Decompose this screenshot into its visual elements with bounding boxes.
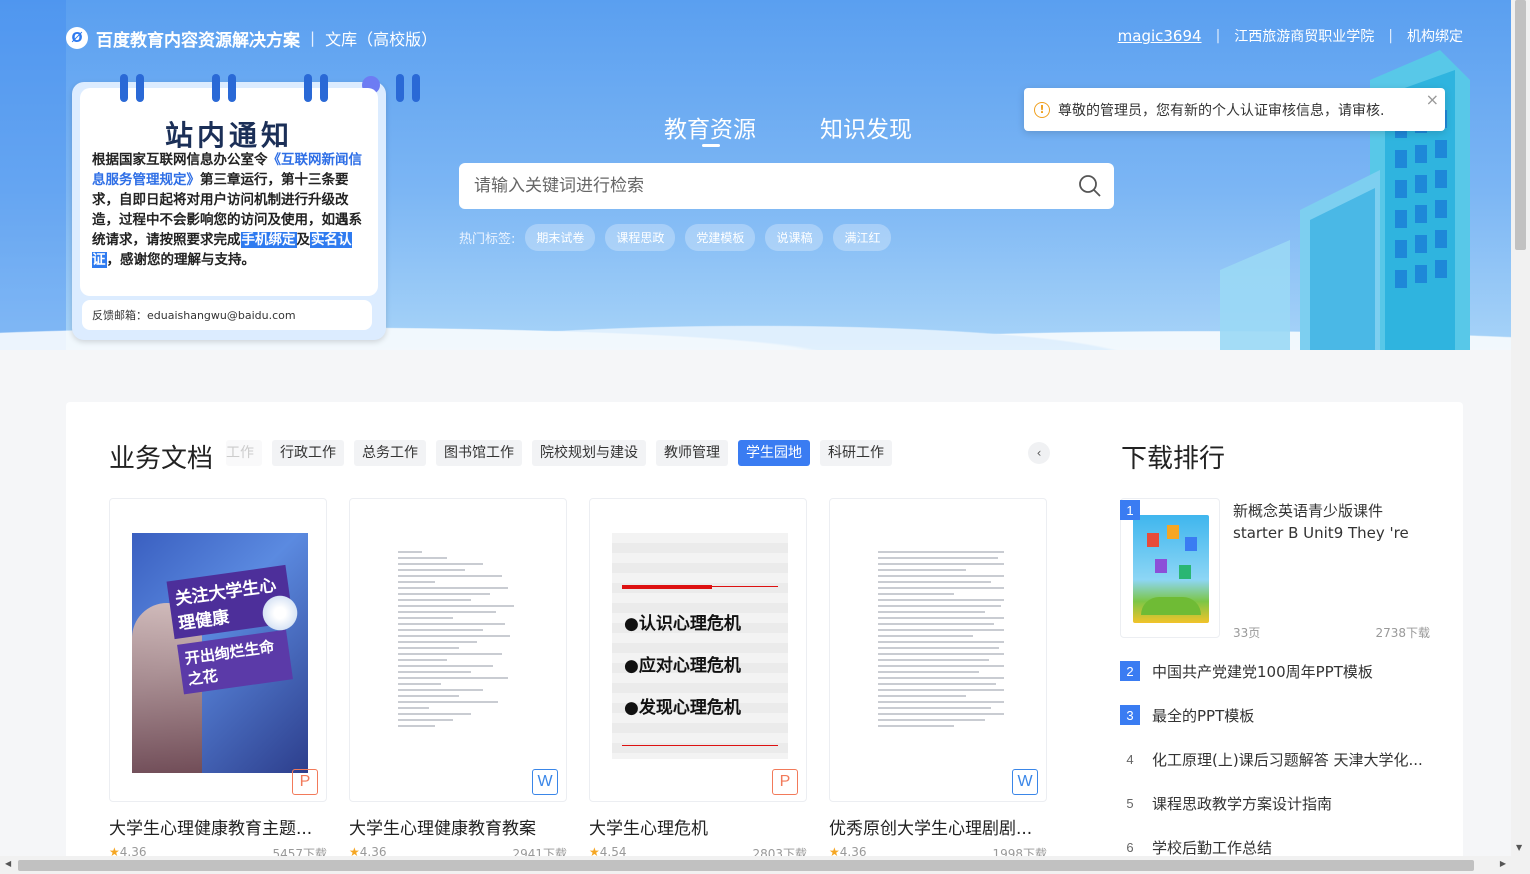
- ranking-item-title[interactable]: 课程思政教学方案设计指南: [1152, 793, 1332, 814]
- category-tab[interactable]: 教师管理: [656, 440, 728, 466]
- tab-knowledge-discovery[interactable]: 知识发现: [820, 110, 912, 144]
- doc-text-preview: [398, 551, 520, 731]
- doc-thumbnail[interactable]: ●认识心理危机 ●应对心理危机 ●发现心理危机 P: [589, 498, 807, 802]
- ppt-file-icon: P: [772, 769, 798, 795]
- buildings-illustration: [1220, 50, 1470, 350]
- brand-subtitle: 文库（高校版）: [325, 30, 438, 49]
- tab-education-resources[interactable]: 教育资源: [664, 110, 756, 147]
- ranking-item[interactable]: 6 学校后勤工作总结: [1120, 836, 1440, 858]
- rank-number: 5: [1126, 795, 1134, 811]
- doc-thumbnail[interactable]: 关注大学生心理健康 开出绚烂生命之花 P: [109, 498, 327, 802]
- school-name-link[interactable]: 江西旅游商贸职业学院: [1234, 26, 1374, 46]
- org-bind-link[interactable]: 机构绑定: [1407, 26, 1463, 46]
- ranking-top-title[interactable]: 新概念英语青少版课件starter B Unit9 They 're: [1233, 500, 1423, 544]
- admin-toast: ! 尊敬的管理员，您有新的个人认证审核信息，请审核. ×: [1024, 88, 1445, 131]
- rank-number: 1: [1120, 500, 1140, 520]
- scroll-down-arrow-icon[interactable]: ▼: [1516, 843, 1522, 852]
- doc-card[interactable]: ●认识心理危机 ●应对心理危机 ●发现心理危机 P 大学生心理危机 ★4.54 …: [589, 498, 807, 862]
- warning-icon: !: [1034, 101, 1050, 118]
- hot-tag[interactable]: 课程思政: [605, 224, 676, 251]
- user-bar: magic3694 | 江西旅游商贸职业学院 | 机构绑定: [1117, 26, 1463, 46]
- doc-thumbnail[interactable]: W: [349, 498, 567, 802]
- search-input[interactable]: [459, 163, 1066, 209]
- chevron-left-icon[interactable]: ‹: [1028, 442, 1050, 464]
- ranking-top-item[interactable]: 1 新概念英语青少版课件starter B Unit9 They 're 33页…: [1120, 498, 1430, 640]
- rank-number: 4: [1126, 751, 1134, 767]
- hero-banner: Ø 百度教育内容资源解决方案 | 文库（高校版） magic3694 | 江西旅…: [0, 0, 1511, 350]
- doc-card[interactable]: W 大学生心理健康教育教案 ★4.36 2941下载: [349, 498, 567, 862]
- horizontal-scrollbar[interactable]: ◀ ▶: [0, 856, 1511, 874]
- download-ranking-title: 下载排行: [1121, 444, 1226, 474]
- category-tabs: 工作 行政工作 总务工作 图书馆工作 院校规划与建设 教师管理 学生园地 科研工…: [226, 440, 1046, 466]
- word-file-icon: W: [532, 769, 558, 795]
- vertical-scrollbar[interactable]: ▼: [1511, 0, 1530, 874]
- category-tab[interactable]: 行政工作: [272, 440, 344, 466]
- ranking-list: 2 中国共产党建党100周年PPT模板 3 最全的PPT模板 4 化工原理(上)…: [1120, 660, 1440, 874]
- hot-tags-label: 热门标签:: [459, 232, 516, 247]
- ppt-cover-image: [1133, 515, 1209, 623]
- doc-thumbnail[interactable]: W: [829, 498, 1047, 802]
- ranking-top-pages: 33页: [1233, 626, 1261, 640]
- hot-tag[interactable]: 党建模板: [685, 224, 756, 251]
- hot-tags: 热门标签: 期末试卷 课程思政 党建模板 说课稿 满江红: [459, 224, 892, 251]
- category-tab[interactable]: 图书馆工作: [436, 440, 522, 466]
- feedback-email: 反馈邮箱：eduaishangwu@baidu.com: [82, 300, 372, 330]
- vertical-scroll-thumb[interactable]: [1515, 0, 1526, 250]
- category-tab-active[interactable]: 学生园地: [738, 440, 810, 466]
- top-nav: Ø 百度教育内容资源解决方案 | 文库（高校版）: [66, 22, 437, 54]
- baidu-edu-logo-icon[interactable]: Ø: [66, 27, 88, 49]
- site-notice-card: 站内通知 根据国家互联网信息办公室令《互联网新闻信息服务管理规定》第三章运行，第…: [72, 74, 420, 340]
- search-box: [459, 163, 1114, 209]
- search-icon[interactable]: [1066, 163, 1114, 209]
- binder-rings-icon: [120, 74, 430, 102]
- doc-title[interactable]: 大学生心理健康教育教案: [349, 814, 567, 839]
- category-tab[interactable]: 总务工作: [354, 440, 426, 466]
- doc-cards: 关注大学生心理健康 开出绚烂生命之花 P 大学生心理健康教育主题... ★4.3…: [109, 498, 1047, 862]
- ranking-item[interactable]: 4 化工原理(上)课后习题解答 天津大学化...: [1120, 748, 1440, 770]
- category-tab[interactable]: 科研工作: [820, 440, 892, 466]
- doc-title[interactable]: 大学生心理健康教育主题...: [109, 814, 327, 839]
- ranking-item-title[interactable]: 学校后勤工作总结: [1152, 837, 1272, 858]
- toast-message[interactable]: 尊敬的管理员，您有新的个人认证审核信息，请审核.: [1058, 100, 1384, 120]
- doc-title[interactable]: 优秀原创大学生心理剧剧...: [829, 814, 1047, 839]
- ranking-item-title[interactable]: 化工原理(上)课后习题解答 天津大学化...: [1152, 749, 1423, 770]
- ranking-top-downloads: 2738下载: [1375, 626, 1430, 640]
- word-file-icon: W: [1012, 769, 1038, 795]
- ranking-item[interactable]: 3 最全的PPT模板: [1120, 704, 1440, 726]
- category-tab[interactable]: 院校规划与建设: [532, 440, 646, 466]
- doc-text-preview: [878, 551, 1004, 731]
- business-docs-title: 业务文档: [109, 444, 214, 474]
- hot-tag[interactable]: 满江红: [833, 224, 892, 251]
- notice-body: 根据国家互联网信息办公室令《互联网新闻信息服务管理规定》第三章运行，第十三条要求…: [92, 152, 362, 268]
- rank-number: 6: [1126, 839, 1134, 855]
- rank-number: 2: [1120, 661, 1140, 681]
- ranking-item-title[interactable]: 中国共产党建党100周年PPT模板: [1152, 661, 1373, 682]
- scroll-right-arrow-icon[interactable]: ▶: [1500, 859, 1506, 868]
- hot-tag[interactable]: 说课稿: [765, 224, 824, 251]
- doc-card[interactable]: 关注大学生心理健康 开出绚烂生命之花 P 大学生心理健康教育主题... ★4.3…: [109, 498, 327, 862]
- horizontal-scroll-thumb[interactable]: [18, 860, 1474, 871]
- ranking-item[interactable]: 2 中国共产党建党100周年PPT模板: [1120, 660, 1440, 682]
- rank-number: 3: [1120, 705, 1140, 725]
- brand-name[interactable]: 百度教育内容资源解决方案: [96, 26, 300, 51]
- phone-bind-link[interactable]: 手机绑定: [240, 232, 297, 248]
- scroll-left-arrow-icon[interactable]: ◀: [5, 859, 11, 868]
- doc-title[interactable]: 大学生心理危机: [589, 814, 807, 839]
- notice-title: 站内通知: [164, 119, 293, 152]
- resource-tabs: 教育资源 知识发现: [664, 110, 912, 147]
- ppt-slide-preview: ●认识心理危机 ●应对心理危机 ●发现心理危机: [612, 533, 788, 759]
- category-tab[interactable]: 工作: [226, 440, 262, 466]
- brand-separator: |: [310, 29, 316, 47]
- ppt-file-icon: P: [292, 769, 318, 795]
- username-link[interactable]: magic3694: [1118, 27, 1202, 45]
- hot-tag[interactable]: 期末试卷: [525, 224, 596, 251]
- main-content-card: 业务文档 工作 行政工作 总务工作 图书馆工作 院校规划与建设 教师管理 学生园…: [66, 402, 1463, 872]
- ranking-item-title[interactable]: 最全的PPT模板: [1152, 705, 1254, 726]
- close-icon[interactable]: ×: [1426, 90, 1439, 109]
- ppt-cover-image: 关注大学生心理健康 开出绚烂生命之花: [132, 533, 308, 773]
- doc-card[interactable]: W 优秀原创大学生心理剧剧... ★4.36 1998下载: [829, 498, 1047, 862]
- ranking-item[interactable]: 5 课程思政教学方案设计指南: [1120, 792, 1440, 814]
